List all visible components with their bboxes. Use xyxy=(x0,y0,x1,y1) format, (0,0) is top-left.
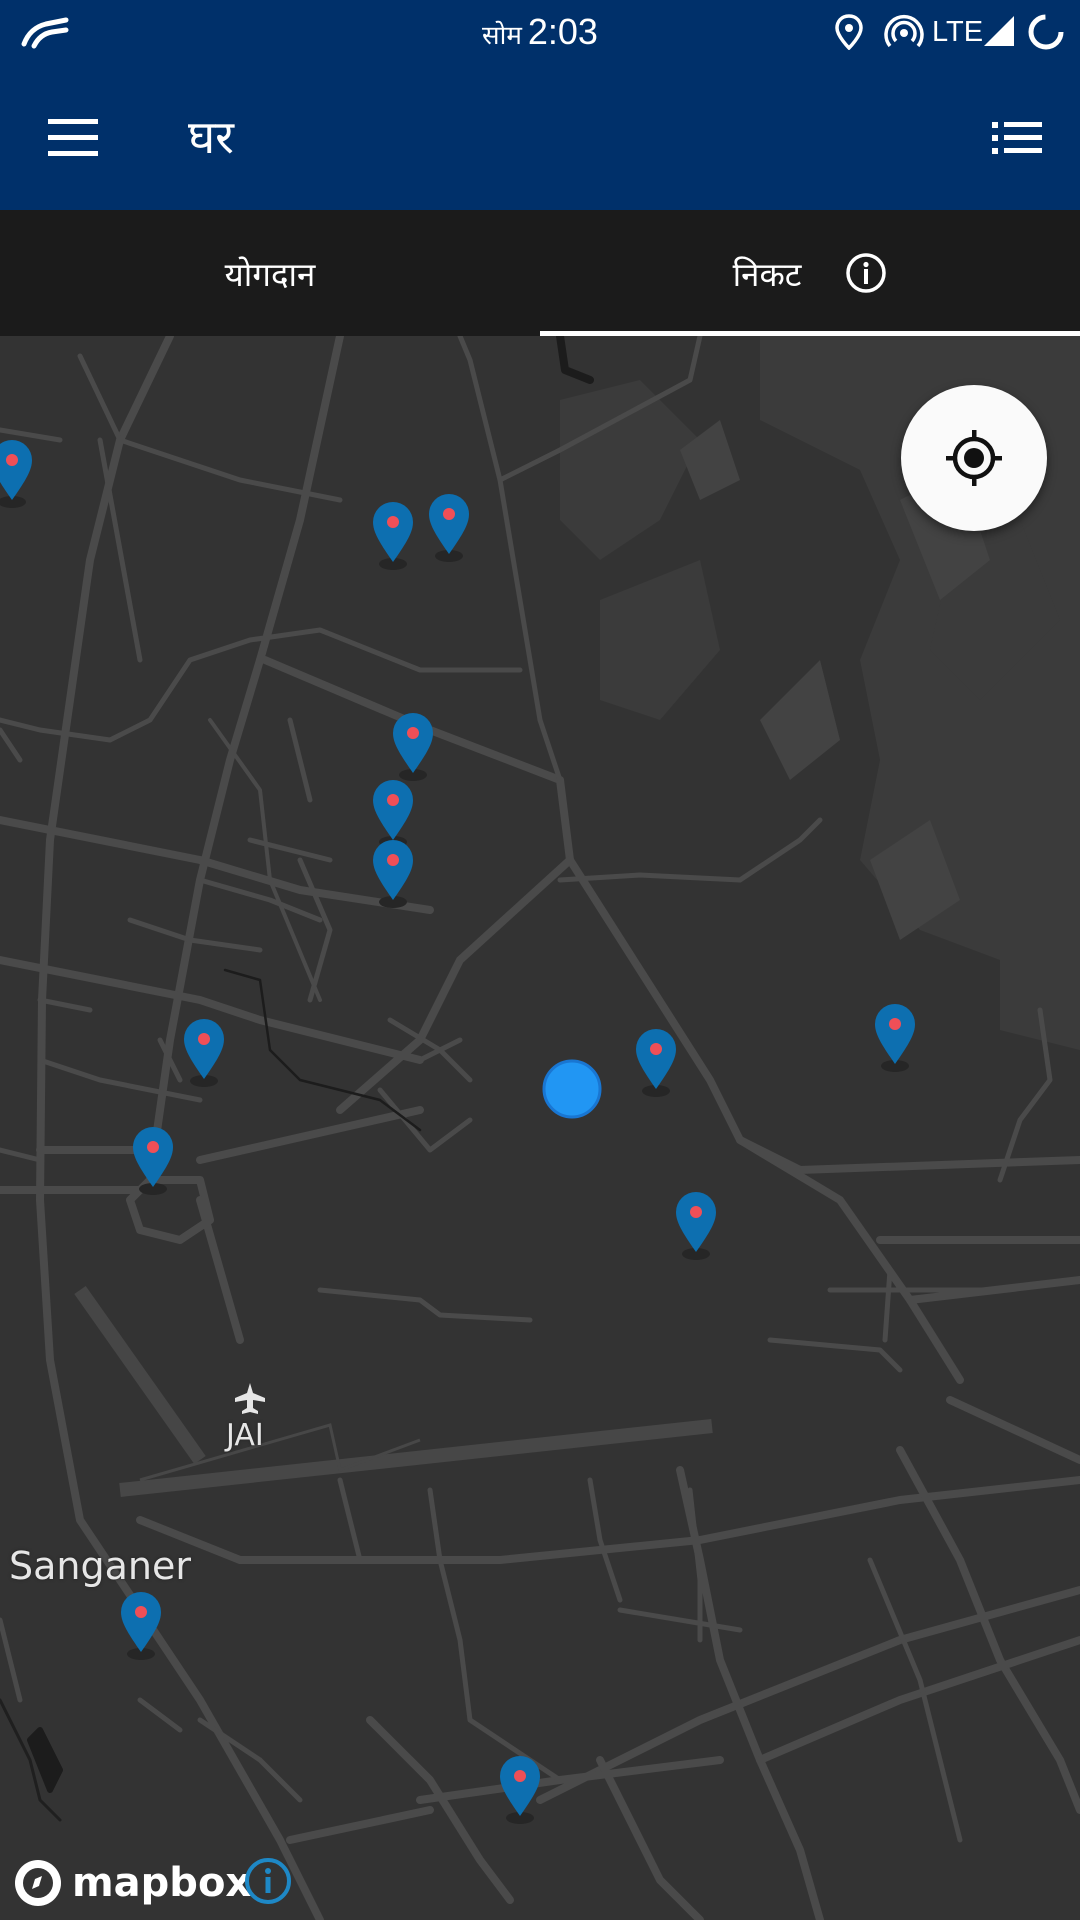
network-type: LTE xyxy=(932,16,984,48)
mapbox-logo-icon xyxy=(15,1860,61,1906)
place-label-sanganer: Sanganer xyxy=(9,1544,191,1588)
user-location-dot xyxy=(542,1059,602,1119)
mapbox-logo-text: mapbox xyxy=(72,1860,252,1906)
signal-icon xyxy=(984,16,1014,46)
status-day: सोम xyxy=(482,20,522,50)
map-view[interactable] xyxy=(0,336,1080,1920)
app-bar: घर xyxy=(0,64,1080,210)
my-location-icon xyxy=(946,430,1002,486)
tab-nearby[interactable]: निकट xyxy=(540,210,1080,336)
hotspot-icon xyxy=(884,15,924,48)
airport-label: JAI xyxy=(226,1418,264,1453)
attribution-info-icon[interactable] xyxy=(243,1856,293,1906)
my-location-button[interactable] xyxy=(901,385,1047,531)
list-view-icon[interactable] xyxy=(990,118,1044,158)
page-title: घर xyxy=(188,111,234,163)
mapbox-attribution[interactable]: mapbox xyxy=(12,1855,251,1911)
status-bar: सोम 2:03 LTE xyxy=(0,0,1080,64)
tab-bar: योगदान निकट xyxy=(0,210,1080,336)
info-icon[interactable] xyxy=(845,252,887,294)
sync-icon xyxy=(1028,14,1064,50)
tab-contributions[interactable]: योगदान xyxy=(0,210,540,336)
tab-label: योगदान xyxy=(224,255,316,293)
location-icon xyxy=(835,14,863,50)
status-time: 2:03 xyxy=(527,11,598,52)
tab-label: निकट xyxy=(732,255,802,293)
map-canvas[interactable] xyxy=(0,336,1080,1920)
hamburger-icon[interactable] xyxy=(46,115,100,159)
